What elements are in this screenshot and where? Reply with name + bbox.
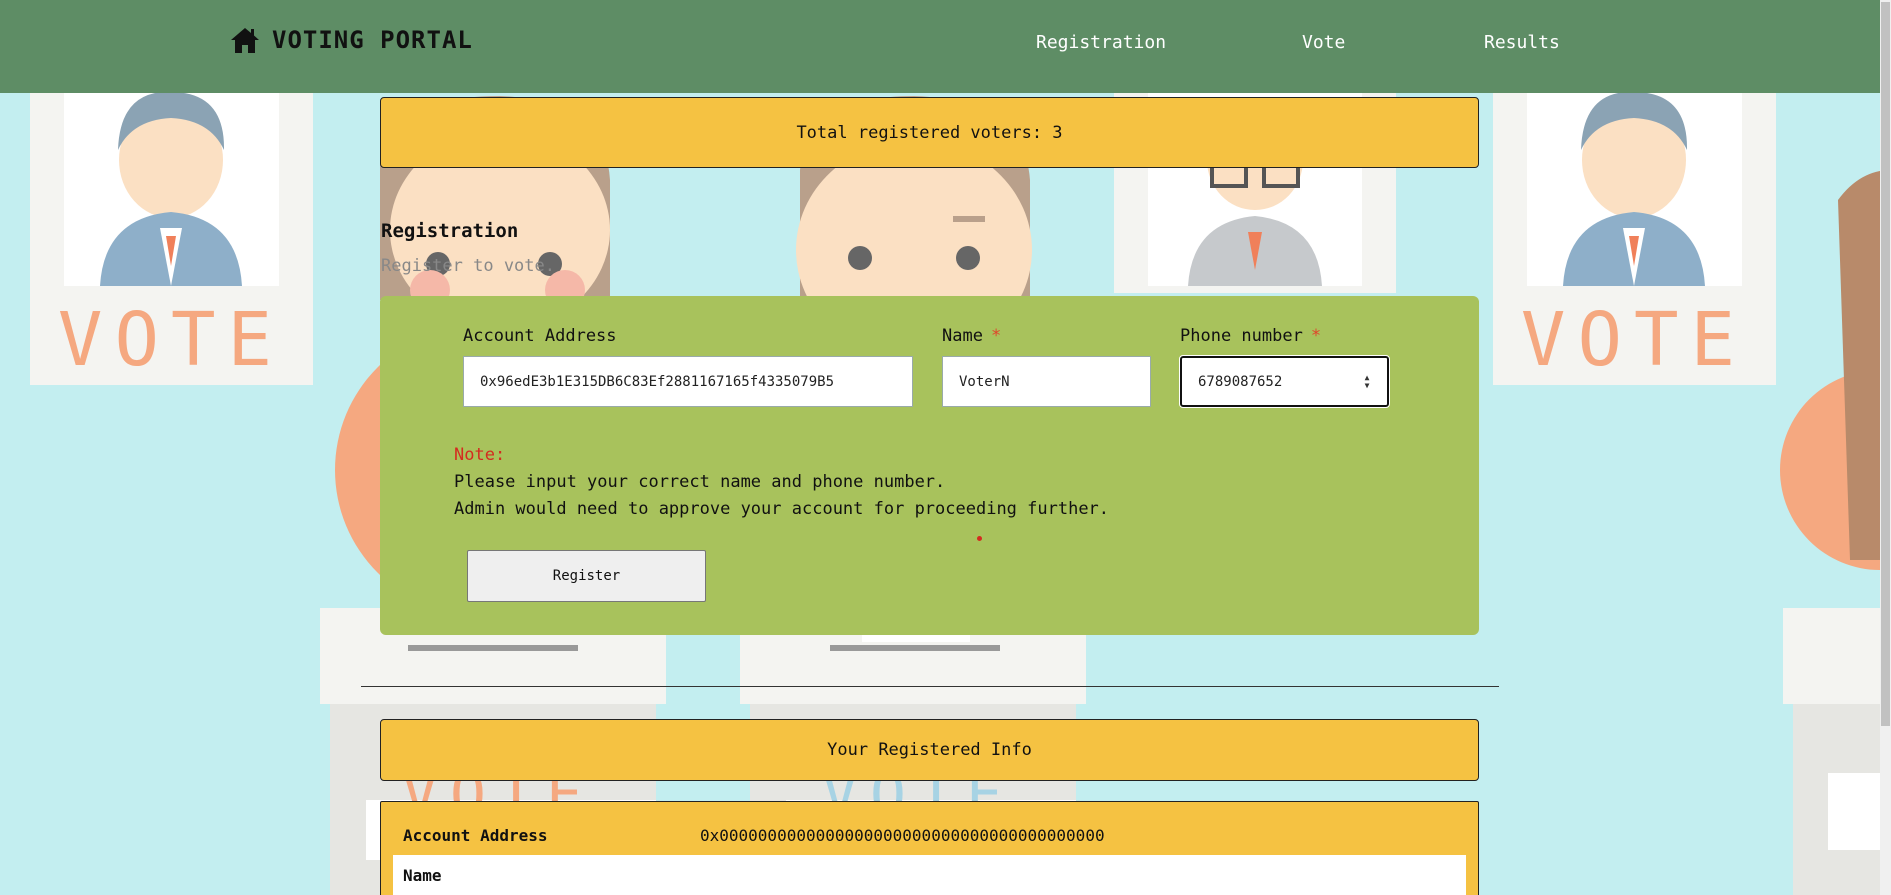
- vote-poster-left: VOTE: [30, 91, 313, 385]
- register-button[interactable]: Register: [467, 550, 706, 602]
- nav-registration[interactable]: Registration: [1036, 32, 1166, 53]
- scrollbar-thumb[interactable]: [1881, 2, 1890, 726]
- brand[interactable]: VOTING PORTAL: [230, 26, 473, 54]
- account-address-value: 0x96edE3b1E315DB6C83Ef2881167165f4335079…: [480, 373, 835, 390]
- scrollbar[interactable]: [1880, 0, 1891, 895]
- page-title: Registration: [381, 220, 519, 242]
- nav-results[interactable]: Results: [1484, 32, 1560, 53]
- divider: [361, 686, 1499, 687]
- required-mark: *: [1310, 326, 1322, 346]
- required-mark: *: [990, 326, 1002, 346]
- name-input[interactable]: VoterN: [942, 356, 1151, 407]
- page-subtitle: Register to vote.: [381, 256, 555, 276]
- info-name-label: Name: [403, 866, 442, 885]
- character-right-edge: [1780, 170, 1891, 570]
- total-voters-banner: Total registered voters: 3: [380, 97, 1479, 168]
- table-row: Name: [393, 855, 1466, 895]
- navbar: VOTING PORTAL Registration Vote Results: [0, 0, 1880, 93]
- nav-vote[interactable]: Vote: [1302, 32, 1345, 53]
- total-voters-text: Total registered voters: 3: [796, 122, 1063, 143]
- info-account-value: 0x00000000000000000000000000000000000000…: [700, 826, 1105, 845]
- registered-info-title: Your Registered Info: [827, 740, 1032, 760]
- account-address-input[interactable]: 0x96edE3b1E315DB6C83Ef2881167165f4335079…: [463, 356, 913, 407]
- note-line-2: Admin would need to approve your account…: [454, 499, 1110, 519]
- phone-value: 6789087652: [1198, 373, 1283, 390]
- phone-input[interactable]: 6789087652 ▲ ▼: [1179, 355, 1390, 408]
- note-label: Note:: [454, 445, 506, 465]
- note-line-1: Please input your correct name and phone…: [454, 472, 946, 492]
- poster-right-text: VOTE: [1521, 297, 1747, 383]
- name-label: Name *: [942, 326, 1002, 346]
- ballot-box-right: [1783, 608, 1891, 895]
- registration-form: Account Address 0x96edE3b1E315DB6C83Ef28…: [380, 296, 1479, 635]
- note: Note: Please input your correct name and…: [454, 442, 1109, 523]
- red-dot: [977, 536, 982, 541]
- phone-label: Phone number *: [1180, 326, 1322, 346]
- name-value: VoterN: [959, 373, 1010, 390]
- registered-info-banner: Your Registered Info: [380, 719, 1479, 781]
- vote-poster-right: VOTE: [1493, 91, 1776, 385]
- account-address-label: Account Address: [463, 326, 617, 346]
- registered-info-table: Account Address 0x0000000000000000000000…: [380, 801, 1479, 895]
- info-account-label: Account Address: [403, 826, 548, 845]
- app-title: VOTING PORTAL: [272, 26, 473, 54]
- number-spinner-icon[interactable]: ▲ ▼: [1361, 374, 1373, 392]
- home-icon: [231, 28, 259, 53]
- poster-left-text: VOTE: [58, 297, 284, 383]
